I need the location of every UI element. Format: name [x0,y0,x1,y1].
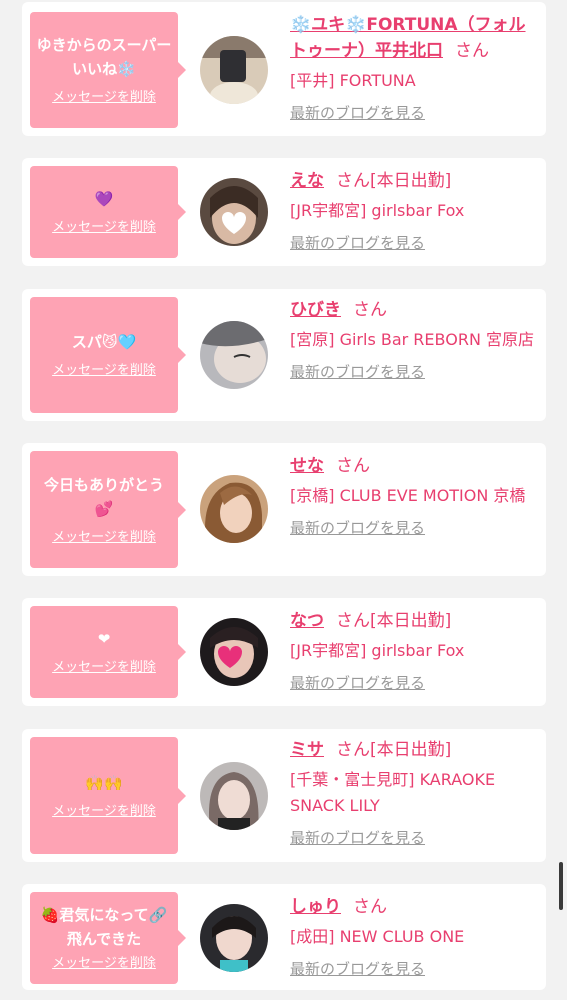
latest-blog-link[interactable]: 最新のブログを見る [290,361,538,383]
message-text: スパ😼🩵 [71,333,137,351]
cast-info: ミサ さん[本日出勤] [千葉・富士見町] KARAOKE SNACK LILY … [290,737,538,849]
message-card: 💜 メッセージを削除 えな さん[本日出勤] [JR宇都宮] girlsbar F… [22,158,546,266]
message-bubble: 今日もありがとう💕 メッセージを削除 [30,451,186,568]
delete-message-link[interactable]: メッセージを削除 [52,529,156,547]
avatar[interactable] [200,475,268,543]
latest-blog-link[interactable]: 最新のブログを見る [290,958,538,980]
cast-info: えな さん[本日出勤] [JR宇都宮] girlsbar Fox 最新のブログを見… [290,168,538,254]
honorific-label: さん [353,897,387,917]
avatar-photo-icon [200,178,268,246]
store-label: [千葉・富士見町] KARAOKE SNACK LILY [290,770,496,815]
store-label: [平井] FORTUNA [290,71,416,90]
avatar-photo-icon [200,618,268,686]
latest-blog-link[interactable]: 最新のブログを見る [290,517,538,539]
message-bubble: スパ😼🩵 メッセージを削除 [30,297,186,413]
avatar[interactable] [200,178,268,246]
cast-info: しゅり さん [成田] NEW CLUB ONE 最新のブログを見る [290,894,538,980]
avatar[interactable] [200,36,268,104]
store-label: [京橋] CLUB EVE MOTION 京橋 [290,486,526,505]
message-card: 🍓君気になって🔗飛んできた メッセージを削除 しゅり さん [成田] NEW CL… [22,884,546,990]
cast-name-link[interactable]: ❄️ユキ❄️FORTUNA（フォルトゥーナ）平井北口 [290,15,526,61]
avatar-photo-icon [200,762,268,830]
store-label: [成田] NEW CLUB ONE [290,927,465,946]
cast-name-link[interactable]: しゅり [290,897,341,917]
scrollbar[interactable] [559,862,563,910]
message-card: スパ😼🩵 メッセージを削除 ひびき さん [宮原] Girls Bar REBOR… [22,289,546,421]
honorific-label: さん [336,456,370,476]
message-bubble: 🙌🙌 メッセージを削除 [30,737,186,854]
cast-name-link[interactable]: ミサ [290,740,324,760]
delete-message-link[interactable]: メッセージを削除 [52,89,156,107]
avatar-photo-icon [200,36,268,104]
message-text: 今日もありがとう💕 [43,475,164,518]
delete-message-link[interactable]: メッセージを削除 [52,362,156,380]
message-text: ❤︎ [97,630,111,648]
honorific-label: さん [336,611,370,631]
latest-blog-link[interactable]: 最新のブログを見る [290,827,538,849]
message-bubble: 💜 メッセージを削除 [30,166,186,258]
honorific-label: さん [353,300,387,320]
message-text: 🙌🙌 [85,773,123,792]
message-text: 🍓君気になって🔗飛んできた [40,906,168,948]
delete-message-link[interactable]: メッセージを削除 [52,219,156,237]
honorific-label: さん [336,171,370,191]
latest-blog-link[interactable]: 最新のブログを見る [290,232,538,254]
cast-info: ひびき さん [宮原] Girls Bar REBORN 宮原店 最新のブログを見… [290,297,538,383]
message-card: ゆきからのスーパーいいね❄️ メッセージを削除 ❄️ユキ❄️FORTUNA（フォ… [22,2,546,136]
avatar-photo-icon [200,475,268,543]
message-bubble: 🍓君気になって🔗飛んできた メッセージを削除 [30,892,186,984]
avatar-photo-icon [200,904,268,972]
honorific-label: さん [336,740,370,760]
avatar[interactable] [200,904,268,972]
cast-name-link[interactable]: ひびき [290,300,341,320]
shift-status-label: [本日出勤] [370,171,452,191]
cast-info: ❄️ユキ❄️FORTUNA（フォルトゥーナ）平井北口 さん [平井] FORTUN… [290,12,538,124]
latest-blog-link[interactable]: 最新のブログを見る [290,672,538,694]
shift-status-label: [本日出勤] [370,740,452,760]
shift-status-label: [本日出勤] [370,611,452,631]
message-text: ゆきからのスーパーいいね❄️ [36,36,172,78]
cast-name-link[interactable]: せな [290,456,324,476]
message-card: ❤︎ メッセージを削除 なつ さん[本日出勤] [JR宇都宮] girlsbar … [22,598,546,706]
store-label: [宮原] Girls Bar REBORN 宮原店 [290,330,534,349]
avatar-photo-icon [200,321,268,389]
message-card: 🙌🙌 メッセージを削除 ミサ さん[本日出勤] [千葉・富士見町] KARAOKE… [22,729,546,862]
avatar[interactable] [200,321,268,389]
cast-info: なつ さん[本日出勤] [JR宇都宮] girlsbar Fox 最新のブログを見… [290,608,538,694]
cast-name-link[interactable]: えな [290,171,324,191]
message-text: 💜 [94,190,114,208]
message-card: 今日もありがとう💕 メッセージを削除 せな さん [京橋] CLUB EVE MO… [22,443,546,576]
store-label: [JR宇都宮] girlsbar Fox [290,641,465,660]
cast-name-link[interactable]: なつ [290,611,324,631]
cast-info: せな さん [京橋] CLUB EVE MOTION 京橋 最新のブログを見る [290,453,538,539]
delete-message-link[interactable]: メッセージを削除 [52,659,156,677]
delete-message-link[interactable]: メッセージを削除 [52,955,156,973]
honorific-label: さん [455,41,489,61]
latest-blog-link[interactable]: 最新のブログを見る [290,102,538,124]
delete-message-link[interactable]: メッセージを削除 [52,803,156,821]
avatar[interactable] [200,618,268,686]
avatar[interactable] [200,762,268,830]
message-bubble: ❤︎ メッセージを削除 [30,606,186,698]
message-bubble: ゆきからのスーパーいいね❄️ メッセージを削除 [30,12,186,128]
store-label: [JR宇都宮] girlsbar Fox [290,201,465,220]
